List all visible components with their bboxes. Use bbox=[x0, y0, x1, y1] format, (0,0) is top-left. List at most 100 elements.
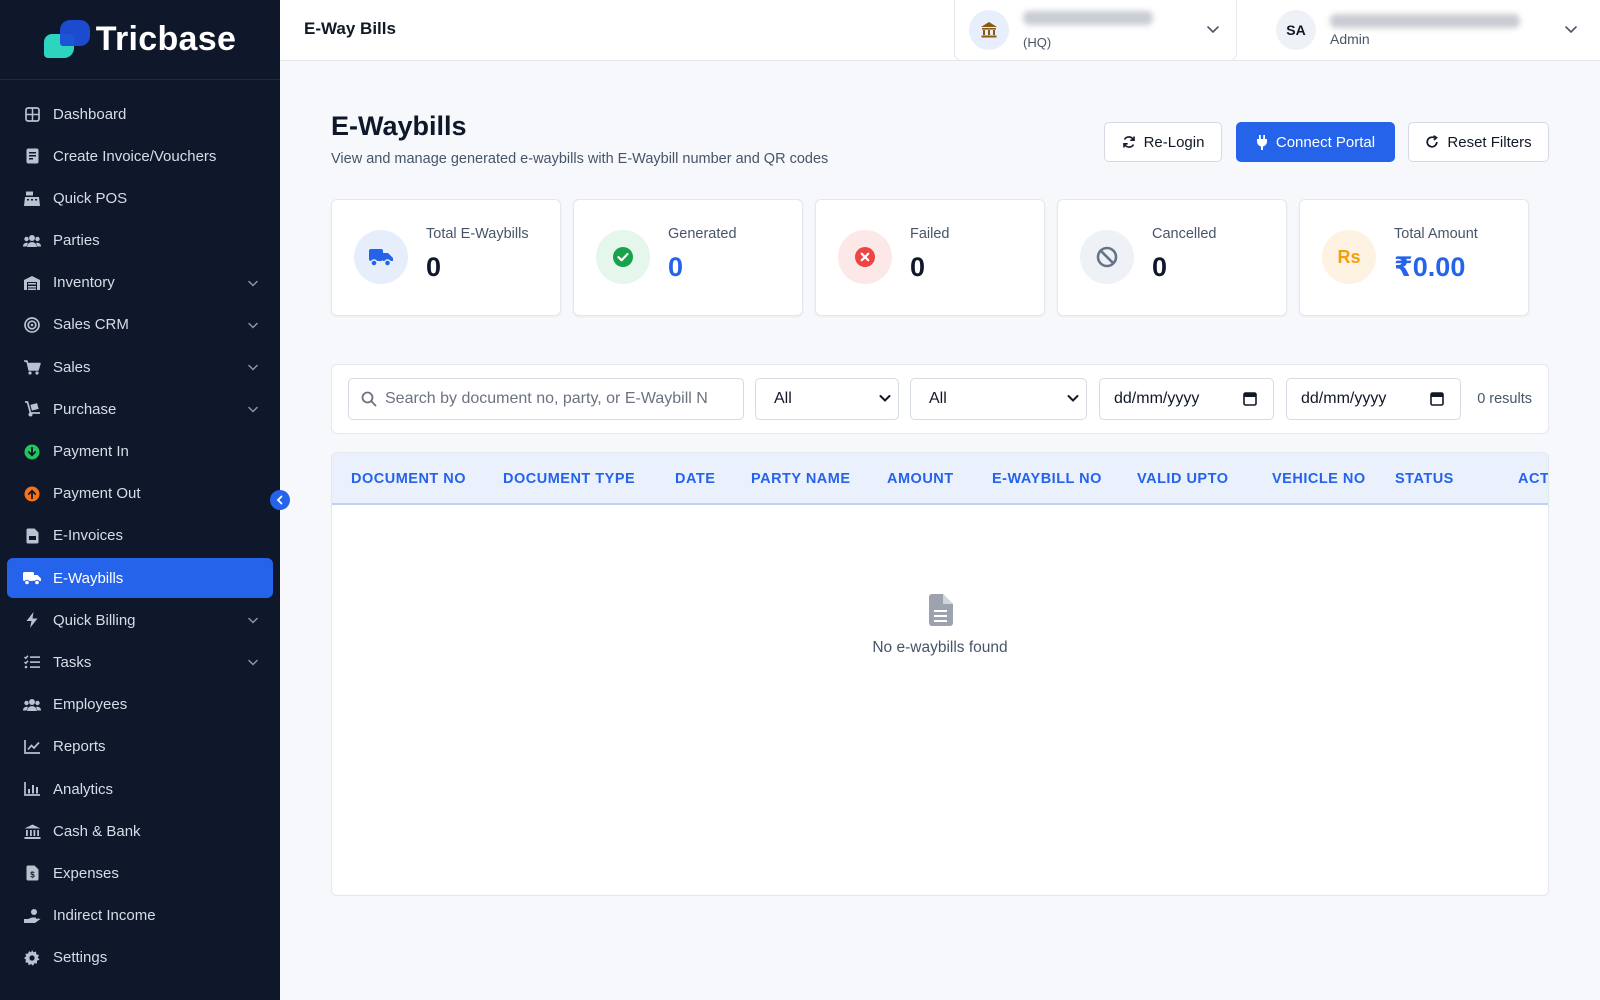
sidebar-item-e-invoices[interactable]: E-Invoices bbox=[7, 516, 273, 556]
line-chart-icon bbox=[23, 738, 41, 756]
file-icon bbox=[929, 594, 953, 626]
column-header[interactable]: E-WAYBILL NO bbox=[992, 471, 1102, 487]
user-role: Admin bbox=[1330, 31, 1370, 47]
sidebar-item-cash-bank[interactable]: Cash & Bank bbox=[7, 811, 273, 851]
reset-filters-label: Reset Filters bbox=[1447, 133, 1532, 151]
column-header[interactable]: PARTY NAME bbox=[751, 471, 851, 487]
sidebar-item-sales[interactable]: Sales bbox=[7, 347, 273, 387]
sidebar-item-label: Expenses bbox=[53, 864, 119, 882]
user-menu[interactable]: SA Admin bbox=[1276, 8, 1586, 52]
column-header[interactable]: AMOUNT bbox=[887, 471, 954, 487]
column-header[interactable]: VEHICLE NO bbox=[1272, 471, 1366, 487]
column-header[interactable]: DOCUMENT NO bbox=[351, 471, 466, 487]
brand-name: Tricbase bbox=[95, 20, 237, 58]
hand-coin-icon bbox=[23, 907, 41, 925]
column-header[interactable]: ACT bbox=[1518, 471, 1548, 487]
check-circle-icon bbox=[596, 230, 650, 284]
sidebar-item-label: E-Invoices bbox=[53, 527, 124, 545]
sidebar-item-purchase[interactable]: Purchase bbox=[7, 389, 273, 429]
sidebar-nav: Dashboard Create Invoice/Vouchers Quick PO… bbox=[0, 80, 280, 978]
sidebar-item-label: Inventory bbox=[53, 274, 115, 292]
sidebar-item-label: Payment Out bbox=[53, 485, 141, 503]
stat-value: 0 bbox=[1152, 252, 1168, 282]
page-subtitle: View and manage generated e-waybills wit… bbox=[331, 151, 829, 167]
bank-icon bbox=[23, 822, 41, 840]
cash-register-icon bbox=[23, 189, 41, 207]
sidebar-item-settings[interactable]: Settings bbox=[7, 938, 273, 978]
stat-label: Total E-Waybills bbox=[426, 226, 529, 242]
from-date-value: dd/mm/yyyy bbox=[1114, 390, 1200, 407]
sidebar-item-payment-out[interactable]: Payment Out bbox=[7, 474, 273, 514]
calendar-icon bbox=[1243, 392, 1257, 406]
chevron-down-icon bbox=[1207, 26, 1219, 34]
invoice-icon bbox=[23, 147, 41, 165]
search-icon bbox=[361, 391, 377, 407]
sidebar-item-e-waybills[interactable]: E-Waybills bbox=[7, 558, 273, 599]
document-type-select[interactable]: All bbox=[755, 378, 899, 420]
chevron-down-icon bbox=[247, 360, 259, 377]
sidebar-item-parties[interactable]: Parties bbox=[7, 221, 273, 261]
status-select[interactable]: All bbox=[910, 378, 1087, 420]
topbar: E-Way Bills (HQ) SA Admin bbox=[280, 0, 1600, 61]
sidebar-item-label: Reports bbox=[53, 738, 106, 756]
sidebar-item-label: Indirect Income bbox=[53, 907, 156, 925]
sidebar-item-quick-pos[interactable]: Quick POS bbox=[7, 178, 273, 218]
sidebar-collapse-button[interactable] bbox=[270, 490, 290, 510]
chevron-down-icon bbox=[247, 613, 259, 630]
sidebar-item-indirect-income[interactable]: Indirect Income bbox=[7, 896, 273, 936]
avatar: SA bbox=[1276, 10, 1316, 50]
connect-portal-label: Connect Portal bbox=[1275, 133, 1376, 151]
brand[interactable]: Tricbase bbox=[0, 0, 280, 80]
sidebar-item-tasks[interactable]: Tasks bbox=[7, 642, 273, 682]
sidebar-item-analytics[interactable]: Analytics bbox=[7, 769, 273, 809]
branch-sub: (HQ) bbox=[1023, 35, 1052, 50]
truck-icon bbox=[23, 569, 41, 587]
sidebar-item-label: E-Waybills bbox=[53, 569, 124, 587]
chevron-down-icon bbox=[247, 276, 259, 293]
sidebar-item-label: Quick Billing bbox=[53, 611, 136, 629]
sidebar-item-expenses[interactable]: $ Expenses bbox=[7, 853, 273, 893]
svg-text:$: $ bbox=[30, 871, 35, 880]
sidebar-item-label: Payment In bbox=[53, 443, 129, 460]
search-input[interactable] bbox=[385, 379, 735, 419]
column-header[interactable]: DOCUMENT TYPE bbox=[503, 471, 635, 487]
chevron-down-icon bbox=[247, 318, 259, 335]
relogin-button[interactable]: Re-Login bbox=[1104, 122, 1222, 162]
connect-portal-button[interactable]: Connect Portal bbox=[1236, 122, 1395, 162]
column-header[interactable]: STATUS bbox=[1395, 471, 1454, 487]
table-header: DOCUMENT NO DOCUMENT TYPE DATE PARTY NAME AM… bbox=[332, 453, 1548, 505]
calendar-icon bbox=[1430, 392, 1444, 406]
column-header[interactable]: DATE bbox=[675, 471, 715, 487]
file-invoice-icon bbox=[23, 527, 41, 545]
from-date-input[interactable]: dd/mm/yyyy bbox=[1099, 378, 1274, 420]
sidebar-item-dashboard[interactable]: Dashboard bbox=[7, 94, 273, 134]
sidebar-item-employees[interactable]: Employees bbox=[7, 685, 273, 725]
sidebar-item-create-invoice-vouchers[interactable]: Create Invoice/Vouchers bbox=[7, 136, 273, 176]
sidebar-item-payment-in[interactable]: Payment In bbox=[7, 432, 273, 472]
filter-bar: All All dd/mm/yyyy dd/mm/yyyy 0 results bbox=[331, 364, 1549, 434]
sidebar-item-label: Parties bbox=[53, 232, 100, 250]
sidebar-item-inventory[interactable]: Inventory bbox=[7, 263, 273, 303]
sidebar-item-sales-crm[interactable]: Sales CRM bbox=[7, 305, 273, 345]
reset-filters-button[interactable]: Reset Filters bbox=[1408, 122, 1549, 162]
bar-chart-icon bbox=[23, 780, 41, 798]
column-header[interactable]: VALID UPTO bbox=[1137, 471, 1228, 487]
stat-value: ₹0.00 bbox=[1394, 252, 1466, 282]
chevron-left-icon bbox=[276, 495, 283, 505]
receipt-icon: $ bbox=[23, 864, 41, 882]
sidebar-item-label: Tasks bbox=[53, 653, 92, 671]
users-icon bbox=[23, 232, 41, 250]
warehouse-icon bbox=[23, 274, 41, 292]
rotate-icon bbox=[1426, 135, 1439, 148]
sidebar-item-reports[interactable]: Reports bbox=[7, 727, 273, 767]
chevron-down-icon bbox=[247, 402, 259, 419]
branch-selector[interactable]: (HQ) bbox=[954, 0, 1237, 61]
sidebar-item-quick-billing[interactable]: Quick Billing bbox=[7, 600, 273, 640]
stat-value: 0 bbox=[426, 252, 442, 282]
svg-text:Rs: Rs bbox=[1338, 247, 1360, 267]
page-title: E-Waybills bbox=[331, 111, 467, 141]
plug-icon bbox=[1256, 134, 1267, 150]
chevron-down-icon bbox=[1067, 395, 1079, 402]
sidebar-item-label: Sales CRM bbox=[53, 316, 129, 334]
to-date-input[interactable]: dd/mm/yyyy bbox=[1286, 378, 1461, 420]
